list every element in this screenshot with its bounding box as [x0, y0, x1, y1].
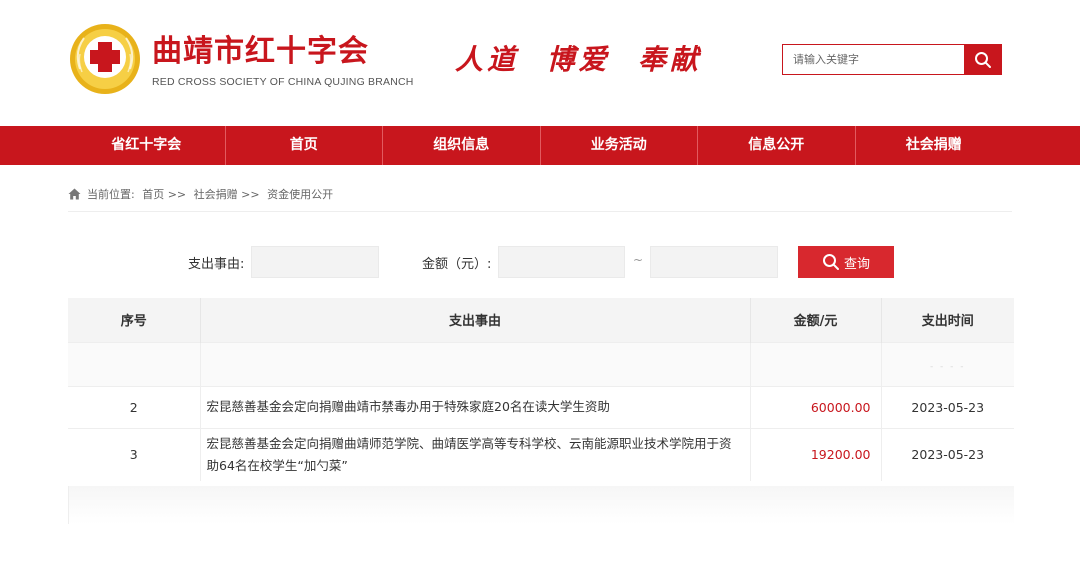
table-row[interactable]: 3 宏昆慈善基金会定向捐赠曲靖师范学院、曲靖医学高等专科学校、云南能源职业技术学… [68, 427, 1014, 481]
breadcrumb-prefix: 当前位置: [87, 188, 135, 201]
breadcrumb: 当前位置: 首页 >> 社会捐赠 >> 资金使用公开 [68, 186, 1012, 212]
site-header: 曲靖市红十字会 RED CROSS SOCIETY OF CHINA QUJIN… [0, 0, 1080, 126]
search-button[interactable] [964, 45, 1001, 74]
query-button[interactable]: 查询 [798, 246, 894, 278]
cell-time: 2023-05-23 [881, 427, 1014, 481]
breadcrumb-home[interactable]: 首页 >> [142, 188, 186, 201]
search-box [782, 44, 1002, 75]
table-row[interactable]: 2 宏昆慈善基金会定向捐赠曲靖市禁毒办用于特殊家庭20名在读大学生资助 6000… [68, 385, 1014, 428]
nav-item-province-redcross[interactable]: 省红十字会 [68, 126, 226, 165]
search-input[interactable] [783, 45, 965, 74]
cell-no: 2 [68, 385, 201, 428]
cell-reason [200, 341, 751, 386]
red-cross-logo-icon[interactable] [68, 22, 142, 96]
search-icon [822, 254, 839, 270]
cell-reason: 宏昆慈善基金会定向捐赠曲靖市禁毒办用于特殊家庭20名在读大学生资助 [200, 385, 751, 428]
faded-text: - - - - [929, 361, 966, 372]
column-header-time: 支出时间 [881, 298, 1014, 342]
cell-no: 3 [68, 427, 201, 481]
cell-amount [750, 341, 882, 386]
slogan: 人道 博爱 奉献 [455, 43, 702, 76]
cell-no [68, 341, 201, 386]
reason-input[interactable] [251, 246, 379, 278]
cell-time: 2023-05-23 [881, 385, 1014, 428]
column-header-reason: 支出事由 [200, 298, 751, 342]
cell-time: - - - - [881, 341, 1014, 386]
site-name-english: RED CROSS SOCIETY OF CHINA QUJING BRANCH [152, 76, 414, 88]
search-icon [974, 51, 991, 68]
amount-label: 金额（元）: [422, 257, 492, 272]
table-header-row: 序号 支出事由 金额/元 支出时间 [68, 298, 1014, 342]
reason-label: 支出事由: [188, 257, 245, 272]
range-separator: ~ [633, 253, 644, 267]
column-header-amount: 金额/元 [750, 298, 882, 342]
nav-item-activities[interactable]: 业务活动 [541, 126, 698, 165]
query-button-label: 查询 [843, 255, 870, 271]
main-nav: 省红十字会 首页 组织信息 业务活动 信息公开 社会捐赠 [0, 126, 1080, 165]
breadcrumb-donation[interactable]: 社会捐赠 >> [194, 188, 260, 201]
cell-amount: 19200.00 [750, 427, 882, 481]
column-header-no: 序号 [68, 298, 201, 342]
site-name[interactable]: 曲靖市红十字会 [152, 34, 369, 70]
breadcrumb-current: 资金使用公开 [267, 188, 334, 201]
filter-form: 支出事由: 金额（元）: ~ 查询 [0, 244, 1080, 280]
table-row: - - - - [68, 341, 1014, 386]
nav-item-donation[interactable]: 社会捐赠 [856, 126, 1013, 165]
expenditure-table: 序号 支出事由 金额/元 支出时间 - - - - 2 宏昆慈善基金会定向捐赠曲… [68, 298, 1014, 481]
amount-min-input[interactable] [498, 246, 625, 278]
cell-reason: 宏昆慈善基金会定向捐赠曲靖师范学院、曲靖医学高等专科学校、云南能源职业技术学院用… [200, 427, 751, 481]
home-icon [68, 188, 81, 200]
table-fade-overlay [68, 486, 1014, 524]
amount-max-input[interactable] [650, 246, 778, 278]
nav-item-organization[interactable]: 组织信息 [383, 126, 541, 165]
nav-item-disclosure[interactable]: 信息公开 [698, 126, 856, 165]
nav-item-home[interactable]: 首页 [226, 126, 383, 165]
cell-amount: 60000.00 [750, 385, 882, 428]
